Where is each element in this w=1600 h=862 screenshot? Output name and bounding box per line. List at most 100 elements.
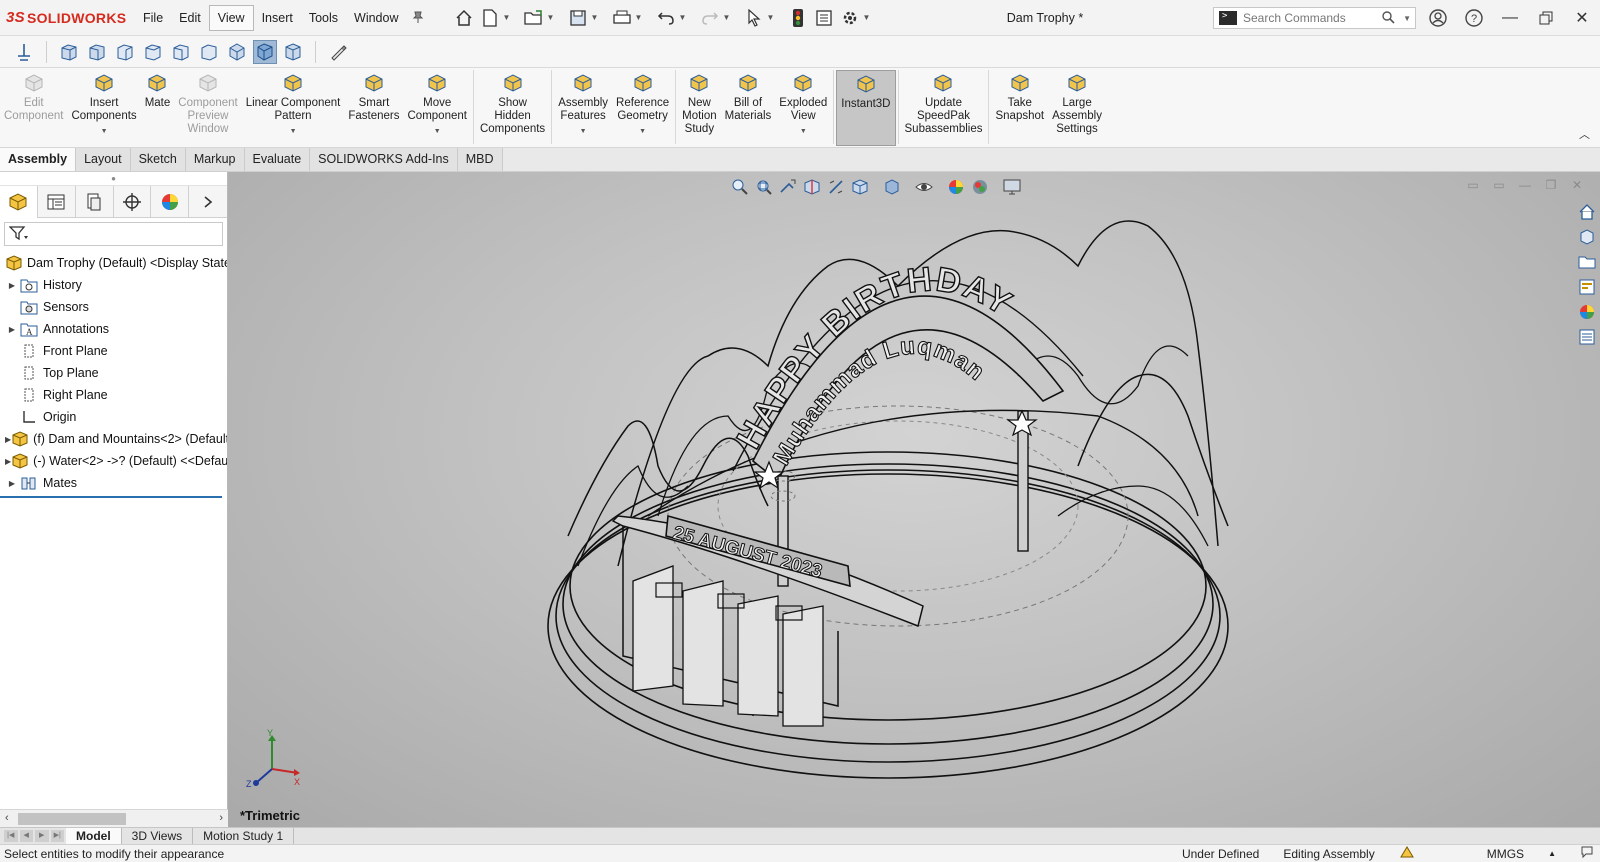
ribbon-speedpak-button[interactable]: Update SpeedPak Subassemblies (901, 70, 987, 146)
menu-tools[interactable]: Tools (301, 6, 346, 30)
tree-item-annotations[interactable]: ▶ A Annotations (0, 318, 227, 340)
viewport-expand-icon[interactable]: ▭ (1486, 178, 1512, 192)
ribbon-motion-study-button[interactable]: New Motion Study (678, 70, 721, 146)
tree-item-mates[interactable]: ▶ Mates (0, 472, 227, 494)
new-document-icon[interactable] (478, 6, 502, 30)
chat-icon[interactable] (1580, 845, 1594, 862)
normal-to-icon[interactable] (12, 40, 36, 64)
tree-item-history[interactable]: ▶ History (0, 274, 227, 296)
ribbon-dropdown-icon[interactable]: ▼ (800, 125, 807, 138)
view-trimetric-icon[interactable] (253, 39, 277, 64)
menu-file[interactable]: File (135, 6, 171, 30)
file-explorer-icon[interactable] (1574, 250, 1600, 274)
view-isometric-icon[interactable] (225, 40, 249, 64)
new-dropdown-icon[interactable]: ▼ (503, 13, 513, 22)
tab-solidworks-add-ins[interactable]: SOLIDWORKS Add-Ins (310, 148, 458, 171)
search-input[interactable]: Search Commands (1243, 11, 1381, 25)
tree-filter-field[interactable] (4, 222, 223, 246)
tab-last-icon[interactable]: ▶| (50, 830, 64, 842)
solidworks-logo[interactable]: 3S SOLIDWORKS (0, 9, 135, 26)
tab-sketch[interactable]: Sketch (130, 148, 186, 171)
print-dropdown-icon[interactable]: ▼ (635, 13, 645, 22)
tree-item-sensors[interactable]: Sensors (0, 296, 227, 318)
undo-icon[interactable] (654, 6, 678, 30)
tree-item-water-2-default-default[interactable]: ▶ (-) Water<2> ->? (Default) <<Default> (0, 450, 227, 472)
ribbon-dropdown-icon[interactable]: ▼ (434, 125, 441, 138)
account-icon[interactable] (1420, 0, 1456, 36)
tree-item-origin[interactable]: Origin (0, 406, 227, 428)
search-commands-field[interactable]: Search Commands ▼ (1213, 7, 1416, 29)
select-pointer-icon[interactable] (742, 6, 766, 30)
options-gear-icon[interactable] (838, 6, 862, 30)
dam-trophy-model[interactable]: HAPPY BIRTHDAY Muhammad Luqman 25 AUGUST… (538, 186, 1238, 806)
view-dimetric-icon[interactable] (281, 40, 305, 64)
view-top-icon[interactable] (169, 40, 193, 64)
menu-insert[interactable]: Insert (254, 6, 301, 30)
open-document-icon[interactable] (522, 6, 546, 30)
ribbon-large-assembly-button[interactable]: Large Assembly Settings (1048, 70, 1106, 146)
solidworks-resources-icon[interactable] (1574, 200, 1600, 224)
filter-funnel-icon[interactable] (8, 225, 29, 244)
tree-item-front-plane[interactable]: Front Plane (0, 340, 227, 362)
view-palette-icon[interactable] (1574, 275, 1600, 299)
rebuild-status-icon[interactable] (1399, 845, 1415, 862)
view-left-icon[interactable] (113, 40, 137, 64)
expand-arrow-icon[interactable]: ▶ (5, 479, 19, 488)
undo-dropdown-icon[interactable]: ▼ (679, 13, 689, 22)
ribbon-insert-components-button[interactable]: Insert Components ▼ (67, 70, 140, 146)
print-icon[interactable] (610, 6, 634, 30)
ribbon-smart-fasteners-button[interactable]: Smart Fasteners (344, 70, 403, 146)
tree-root-assembly[interactable]: Dam Trophy (Default) <Display State-1> (0, 252, 227, 274)
ribbon-snapshot-button[interactable]: Take Snapshot (991, 70, 1048, 146)
ribbon-mate-button[interactable]: Mate (141, 70, 175, 146)
ribbon-show-hidden-button[interactable]: Show Hidden Components (476, 70, 549, 146)
unit-system[interactable]: MMGS (1487, 847, 1524, 861)
dimxpert-manager-tab-icon[interactable] (114, 185, 152, 218)
search-icon[interactable] (1381, 10, 1403, 27)
design-library-icon[interactable] (1574, 225, 1600, 249)
graphics-area[interactable]: ▭ ▭ — ❐ ✕ HAPPY BIRTHDAY Muhammad Luqman… (228, 172, 1600, 827)
tab-motion-study-1[interactable]: Motion Study 1 (193, 827, 295, 845)
unit-system-caret-icon[interactable]: ▲ (1548, 849, 1556, 858)
view-bottom-icon[interactable] (197, 40, 221, 64)
rebuild-traffic-light-icon[interactable] (786, 6, 810, 30)
tab-mbd[interactable]: MBD (457, 148, 503, 171)
tree-horizontal-scrollbar[interactable]: ‹ › (0, 809, 228, 827)
scroll-right-icon[interactable]: › (219, 812, 223, 824)
panel-grip[interactable]: ● (0, 172, 227, 186)
tree-item-top-plane[interactable]: Top Plane (0, 362, 227, 384)
viewport-tile-icon[interactable]: ▭ (1460, 178, 1486, 192)
view-right-icon[interactable] (141, 40, 165, 64)
feature-manager-tab-icon[interactable] (0, 185, 38, 218)
ribbon-edit-component-button[interactable]: Edit Component (0, 70, 67, 146)
tab-layout[interactable]: Layout (76, 148, 131, 171)
property-manager-tab-icon[interactable] (38, 185, 76, 218)
menu-window[interactable]: Window (346, 6, 406, 30)
viewport-restore-icon[interactable]: ❐ (1538, 178, 1564, 192)
help-icon[interactable]: ? (1456, 0, 1492, 36)
tab-model[interactable]: Model (66, 827, 122, 845)
expand-arrow-icon[interactable]: ▶ (5, 281, 19, 290)
viewport-minimize-icon[interactable]: — (1512, 178, 1538, 192)
view-front-icon[interactable] (57, 40, 81, 64)
select-dropdown-icon[interactable]: ▼ (767, 13, 777, 22)
tab-first-icon[interactable]: |◀ (4, 830, 18, 842)
ribbon-dropdown-icon[interactable]: ▼ (580, 125, 587, 138)
ribbon-dropdown-icon[interactable]: ▼ (101, 125, 108, 138)
scroll-thumb[interactable] (18, 813, 126, 825)
tab-markup[interactable]: Markup (185, 148, 245, 171)
display-manager-tab-icon[interactable] (151, 185, 190, 218)
ribbon-move-component-button[interactable]: Move Component ▼ (404, 70, 471, 146)
minimize-window-button[interactable]: — (1492, 0, 1528, 36)
panel-tabs-more-icon[interactable] (189, 186, 227, 218)
tab-evaluate[interactable]: Evaluate (244, 148, 311, 171)
menu-view[interactable]: View (208, 4, 254, 31)
tab-3d-views[interactable]: 3D Views (122, 827, 194, 845)
restore-window-button[interactable] (1528, 0, 1564, 36)
tab-next-icon[interactable]: ▶ (35, 830, 49, 842)
view-back-icon[interactable] (85, 40, 109, 64)
section-view-pencil-icon[interactable] (326, 40, 350, 64)
ribbon-linear-pattern-button[interactable]: Linear Component Pattern ▼ (242, 70, 345, 146)
configuration-manager-tab-icon[interactable] (76, 185, 114, 218)
collapse-ribbon-icon[interactable]: ︿ (1579, 126, 1590, 142)
